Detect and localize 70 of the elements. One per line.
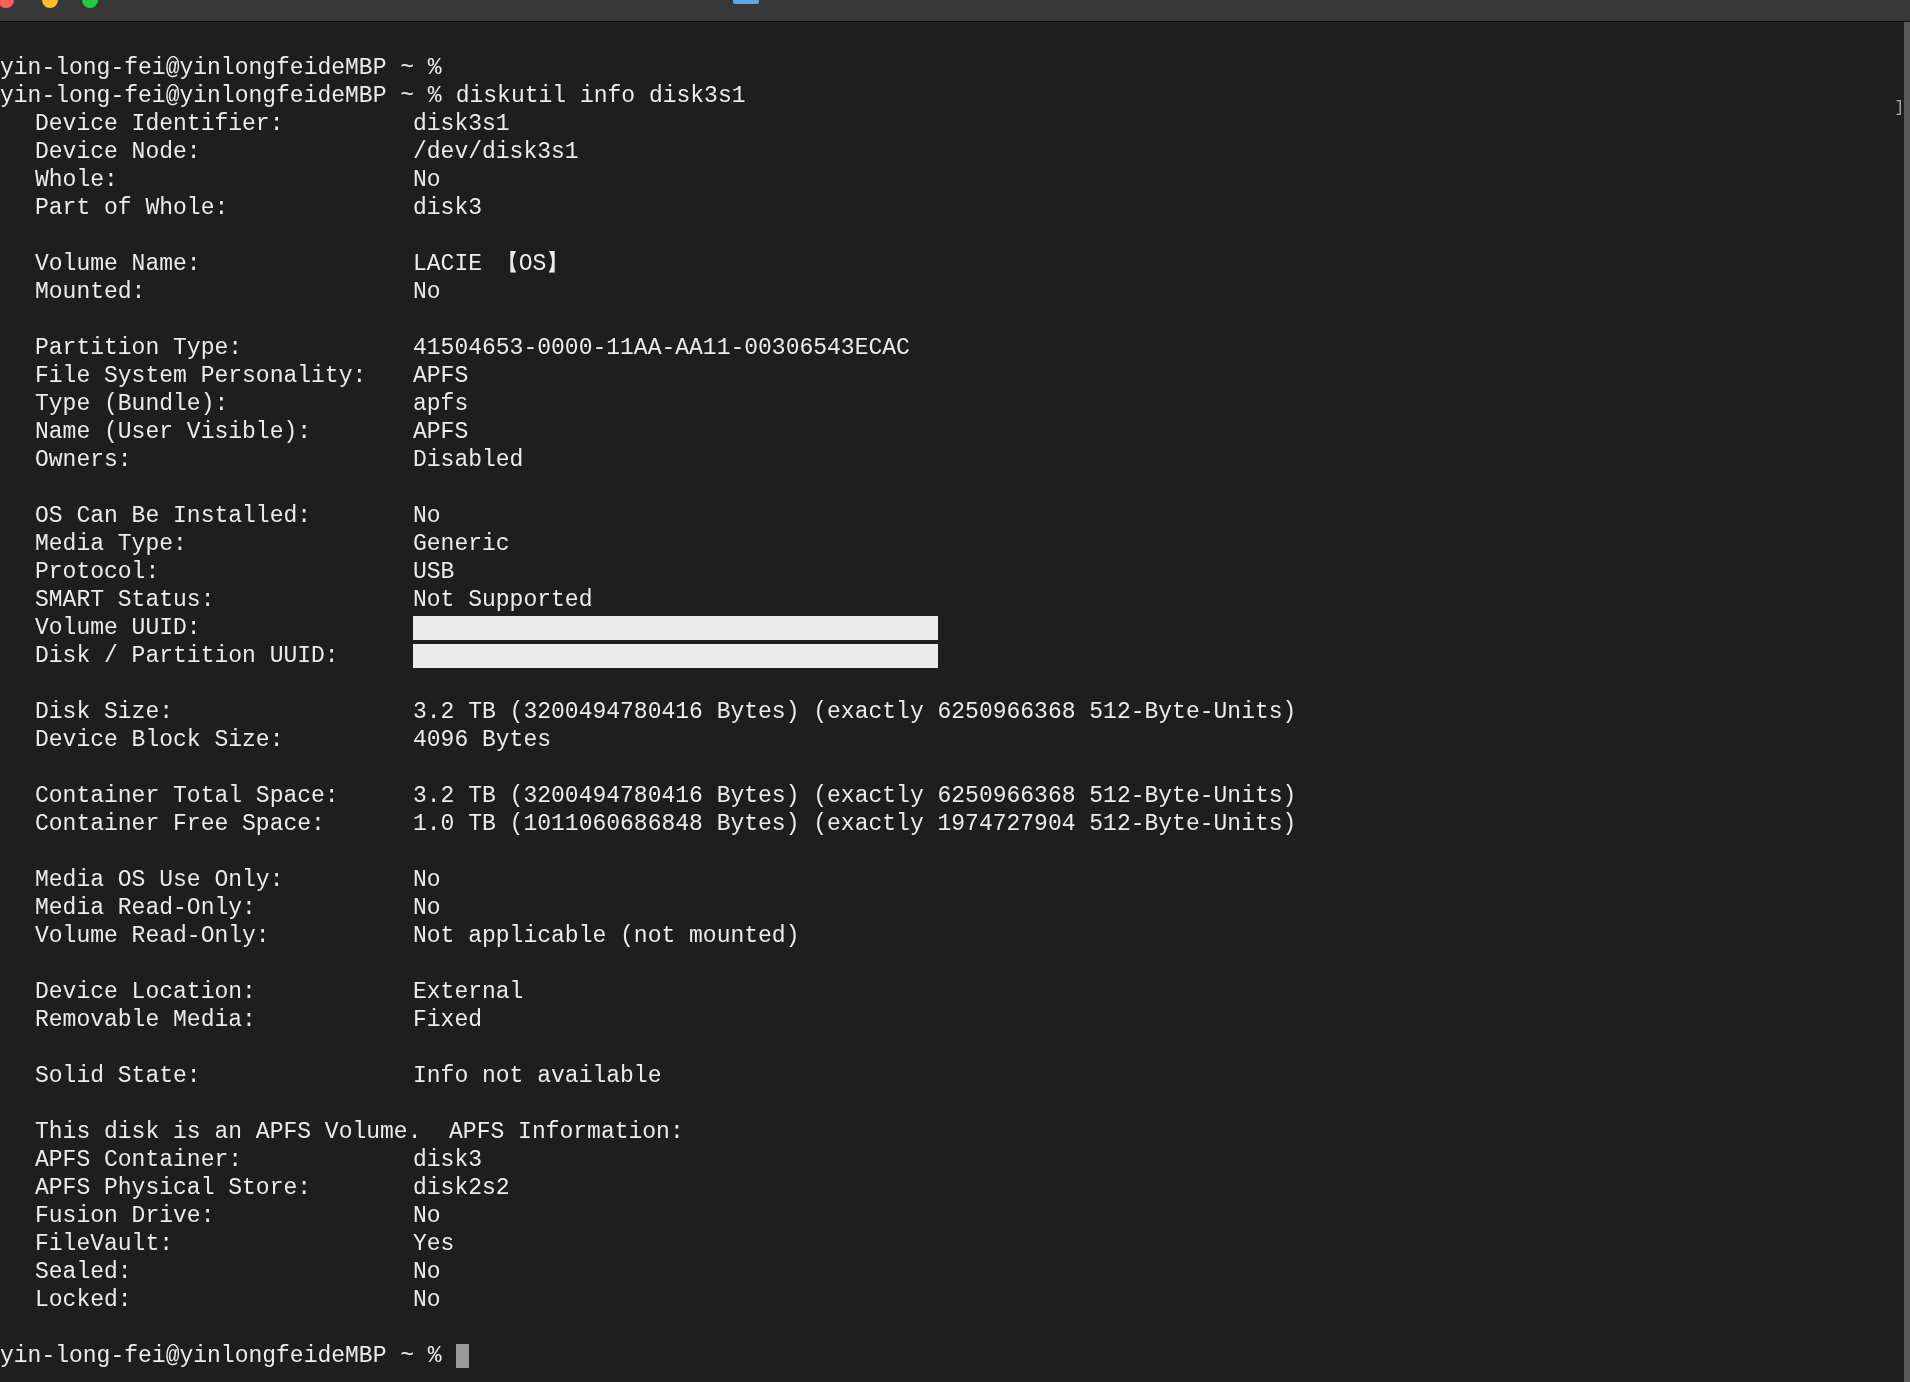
field-label: OS Can Be Installed: (35, 502, 313, 530)
field-value: No (413, 502, 441, 530)
field-label: Device Location: (35, 978, 257, 1006)
field-value: External (413, 978, 524, 1006)
field-value: LACIE 【OS】 (413, 250, 570, 278)
field-label: SMART Status: (35, 586, 216, 614)
field-value: /dev/disk3s1 (413, 138, 579, 166)
field-label: Owners: (35, 446, 133, 474)
field-label: Removable Media: (35, 1006, 257, 1034)
field-label: Media OS Use Only: (35, 866, 285, 894)
field-label: Partition Type: (35, 334, 244, 362)
field-value: 1.0 TB (1011060686848 Bytes) (exactly 1974727904 512-Byte-Units) (413, 810, 1297, 838)
field-label: Device Block Size: (35, 726, 285, 754)
field-label: Volume Name: (35, 250, 202, 278)
shell-prompt: yin-long-fei@yinlongfeideMBP ~ % (0, 54, 442, 82)
edge-mark: ] (1894, 98, 1904, 119)
field-label: File System Personality: (35, 362, 368, 390)
field-label: FileVault: (35, 1230, 175, 1258)
field-value: 3.2 TB (3200494780416 Bytes) (exactly 6250966368 512-Byte-Units) (413, 698, 1297, 726)
field-label: Disk Size: (35, 698, 175, 726)
command-text: diskutil info disk3s1 (455, 82, 746, 110)
shell-prompt: yin-long-fei@yinlongfeideMBP ~ % (0, 1342, 442, 1370)
field-value: 41504653-0000-11AA-AA11-00306543ECAC (413, 334, 910, 362)
field-label: Locked: (35, 1286, 133, 1314)
field-value: Yes (413, 1230, 455, 1258)
field-label: Container Total Space: (35, 782, 340, 810)
field-label: Volume Read-Only: (35, 922, 271, 950)
field-value: Disabled (413, 446, 524, 474)
field-label: Protocol: (35, 558, 161, 586)
field-value: disk3s1 (413, 110, 510, 138)
field-value: No (413, 166, 441, 194)
field-label: Device Node: (35, 138, 202, 166)
field-label: Device Identifier: (35, 110, 285, 138)
field-label: Media Type: (35, 530, 188, 558)
field-value: Generic (413, 530, 510, 558)
shell-prompt: yin-long-fei@yinlongfeideMBP ~ % (0, 82, 442, 110)
field-value: disk3 (413, 194, 482, 222)
field-value: No (413, 1202, 441, 1230)
field-value: No (413, 1258, 441, 1286)
field-value: 4096 Bytes (413, 726, 552, 754)
field-value: USB (413, 558, 455, 586)
field-value: Fixed (413, 1006, 482, 1034)
field-value: Not Supported (413, 586, 593, 614)
field-value: disk2s2 (413, 1174, 510, 1202)
field-value: Info not available (413, 1062, 662, 1090)
field-label: Solid State: (35, 1062, 202, 1090)
field-label: Name (User Visible): (35, 418, 313, 446)
field-label: Volume UUID: (35, 614, 202, 642)
field-label: Disk / Partition UUID: (35, 642, 340, 670)
field-value: No (413, 894, 441, 922)
field-value: apfs (413, 390, 469, 418)
field-label: Whole: (35, 166, 119, 194)
field-value: No (413, 866, 441, 894)
field-value: disk3 (413, 1146, 482, 1174)
field-label: APFS Container: (35, 1146, 244, 1174)
field-label: Fusion Drive: (35, 1202, 216, 1230)
field-value: No (413, 1286, 441, 1314)
info-text: This disk is an APFS Volume. APFS Information: (35, 1118, 684, 1146)
field-label: APFS Physical Store: (35, 1174, 313, 1202)
field-label: Sealed: (35, 1258, 133, 1286)
field-label: Mounted: (35, 278, 147, 306)
field-label: Type (Bundle): (35, 390, 230, 418)
field-value: No (413, 278, 441, 306)
field-value: Not applicable (not mounted) (413, 922, 800, 950)
field-value: APFS (413, 362, 469, 390)
field-label: Media Read-Only: (35, 894, 257, 922)
field-label: Container Free Space: (35, 810, 326, 838)
field-label: Part of Whole: (35, 194, 230, 222)
field-value: APFS (413, 418, 469, 446)
field-value: 3.2 TB (3200494780416 Bytes) (exactly 6250966368 512-Byte-Units) (413, 782, 1297, 810)
